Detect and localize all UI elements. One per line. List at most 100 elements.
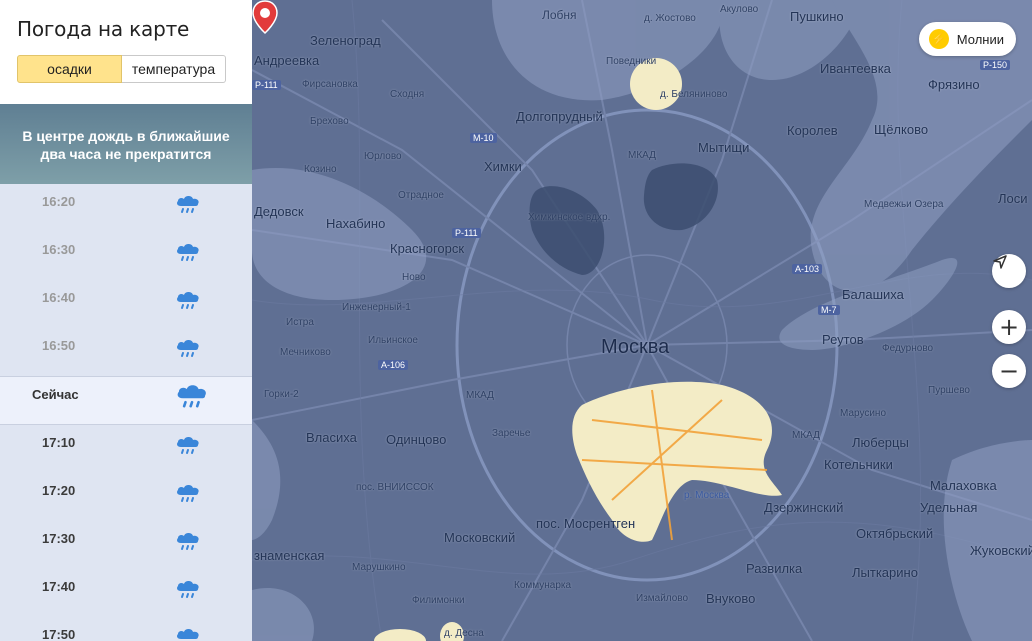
timeline-time: Сейчас: [32, 387, 79, 402]
label-mosrentgen: пос. Мосрентген: [536, 516, 636, 531]
label-dolgoprudny: Долгопрудный: [516, 109, 603, 124]
timeline-row[interactable]: 16:30: [0, 232, 252, 280]
label-skhodnya: Сходня: [390, 89, 425, 100]
map-canvas: [252, 0, 1032, 641]
rain-icon: [175, 242, 201, 264]
label-krasnogorsk: Красногорск: [390, 241, 465, 256]
label-marushkino: Марушкино: [352, 562, 406, 573]
sidebar: Погода на карте осадки температура В цен…: [0, 0, 252, 641]
label-firsanovka: Фирсановка: [302, 79, 358, 90]
label-vlasikha: Власиха: [306, 430, 357, 445]
label-fryazino: Фрязино: [928, 77, 980, 92]
label-oktyabrsky: Октябрьский: [856, 526, 934, 541]
location-pin-icon[interactable]: [252, 0, 278, 34]
label-istra: Истра: [286, 317, 314, 328]
road-shield: M-10: [470, 133, 497, 143]
label-kotelniki: Котельники: [824, 457, 893, 472]
label-razvilka: Развилка: [746, 561, 803, 576]
label-izmailovo: Измайлово: [636, 593, 689, 604]
timeline-time: 17:30: [42, 531, 76, 546]
rain-icon: [175, 435, 201, 457]
label-lobnya: Лобня: [542, 8, 577, 22]
lightning-icon: ⚡: [928, 29, 949, 49]
label-mechnikovo: Мечниково: [280, 347, 331, 358]
locate-button[interactable]: [992, 254, 1026, 288]
label-khimkinskoe: Химкинское вдхр.: [528, 212, 611, 223]
timeline: 16:20 16:30 16:40 16:50 Сейчас 17:10 17:20 17:3…: [0, 184, 252, 641]
label-lyubertsy: Люберцы: [852, 435, 909, 450]
timeline-row[interactable]: 17:10: [0, 425, 252, 473]
label-ivanteevka: Ивантеевка: [820, 61, 891, 76]
timeline-time: 17:40: [42, 579, 76, 594]
timeline-row[interactable]: 16:50: [0, 328, 252, 376]
road-shield: P-111: [252, 80, 281, 90]
forecast-banner: В центре дождь в ближайшие два часа не п…: [0, 104, 252, 184]
label-inzhenerny: Инженерный-1: [342, 302, 411, 313]
label-povedniki: Повед­ники: [606, 56, 657, 67]
label-yurlovo: Юрлово: [364, 151, 402, 162]
road-shield: A-103: [792, 264, 823, 274]
label-pushkino: Пушкино: [790, 9, 844, 24]
label-mkad-west: МКАД: [466, 390, 494, 401]
timeline-time: 16:50: [42, 338, 76, 353]
weather-map[interactable]: Зеленоград Лобня д. Жостово Акулово Пушк…: [252, 0, 1032, 641]
label-pursheevo: Пуршево: [928, 385, 970, 396]
sidebar-header: Погода на карте осадки температура: [0, 0, 252, 104]
timeline-row[interactable]: 16:40: [0, 280, 252, 328]
page-title: Погода на карте: [17, 17, 190, 41]
city-label-moskva: Москва: [601, 336, 670, 358]
rain-icon: [175, 579, 201, 601]
label-lytkarino: Лыткарино: [852, 565, 918, 580]
road-shield: P-150: [980, 60, 1011, 70]
label-medvezhyi: Медвежьи Озера: [864, 199, 944, 210]
zoom-out-button[interactable]: −: [992, 354, 1026, 388]
label-odintsovo: Одинцово: [386, 432, 447, 447]
timeline-row[interactable]: 17:40: [0, 569, 252, 617]
timeline-row-now[interactable]: Сейчас: [0, 376, 252, 425]
lightning-label: Молнии: [956, 31, 1004, 47]
label-malakhovka: Малаховка: [930, 478, 997, 493]
label-otradnoe: Отрадное: [398, 190, 444, 201]
label-udelnaya: Удельная: [920, 500, 978, 515]
label-moskovsky: Московский: [444, 530, 516, 545]
label-vnukovo: Внуково: [706, 591, 756, 606]
label-losino: Лоси: [998, 191, 1028, 206]
label-znamenskaya: знаменская: [254, 548, 325, 563]
label-shchelkovo: Щёлково: [874, 122, 929, 137]
label-brekhovo: Брехово: [310, 116, 349, 127]
road-shield: P-111: [452, 228, 481, 238]
lightning-button[interactable]: ⚡ Молнии: [918, 22, 1016, 56]
label-khimki: Химки: [484, 159, 522, 174]
timeline-row[interactable]: 17:50: [0, 617, 252, 641]
rain-icon: [175, 290, 201, 312]
timeline-time: 17:10: [42, 435, 76, 450]
timeline-row[interactable]: 17:30: [0, 521, 252, 569]
label-dzhostovo: д. Жостово: [644, 13, 696, 24]
label-vniissok: пос. ВНИИССОК: [356, 482, 434, 493]
label-gorki2: Горки-2: [264, 389, 299, 400]
locate-icon: [993, 255, 1007, 269]
label-mkad-north: МКАД: [628, 150, 656, 161]
label-zelenograd: Зеленоград: [310, 33, 381, 48]
label-fedurnovo: Федурново: [882, 343, 934, 354]
label-zhukovsky: Жуковский: [970, 543, 1032, 558]
label-korolev: Королев: [787, 123, 838, 138]
rain-icon: [175, 382, 209, 412]
timeline-time: 16:40: [42, 290, 76, 305]
tab-temperature[interactable]: температура: [122, 55, 226, 83]
tab-precipitation[interactable]: осадки: [17, 55, 122, 83]
label-reutov: Реутов: [822, 332, 864, 347]
timeline-time: 17:50: [42, 627, 76, 641]
zoom-in-button[interactable]: +: [992, 310, 1026, 344]
label-zarechye: Заречье: [492, 428, 531, 439]
label-mytishchi: Мытищи: [698, 140, 750, 155]
label-balashikha: Балашиха: [842, 287, 904, 302]
timeline-time: 16:20: [42, 194, 76, 209]
rain-icon: [175, 194, 201, 216]
label-kozino: Козино: [304, 164, 337, 175]
timeline-time: 17:20: [42, 483, 76, 498]
timeline-row[interactable]: 16:20: [0, 184, 252, 232]
timeline-row[interactable]: 17:20: [0, 473, 252, 521]
label-andreevka: Андреевка: [254, 53, 320, 68]
rain-icon: [175, 531, 201, 553]
